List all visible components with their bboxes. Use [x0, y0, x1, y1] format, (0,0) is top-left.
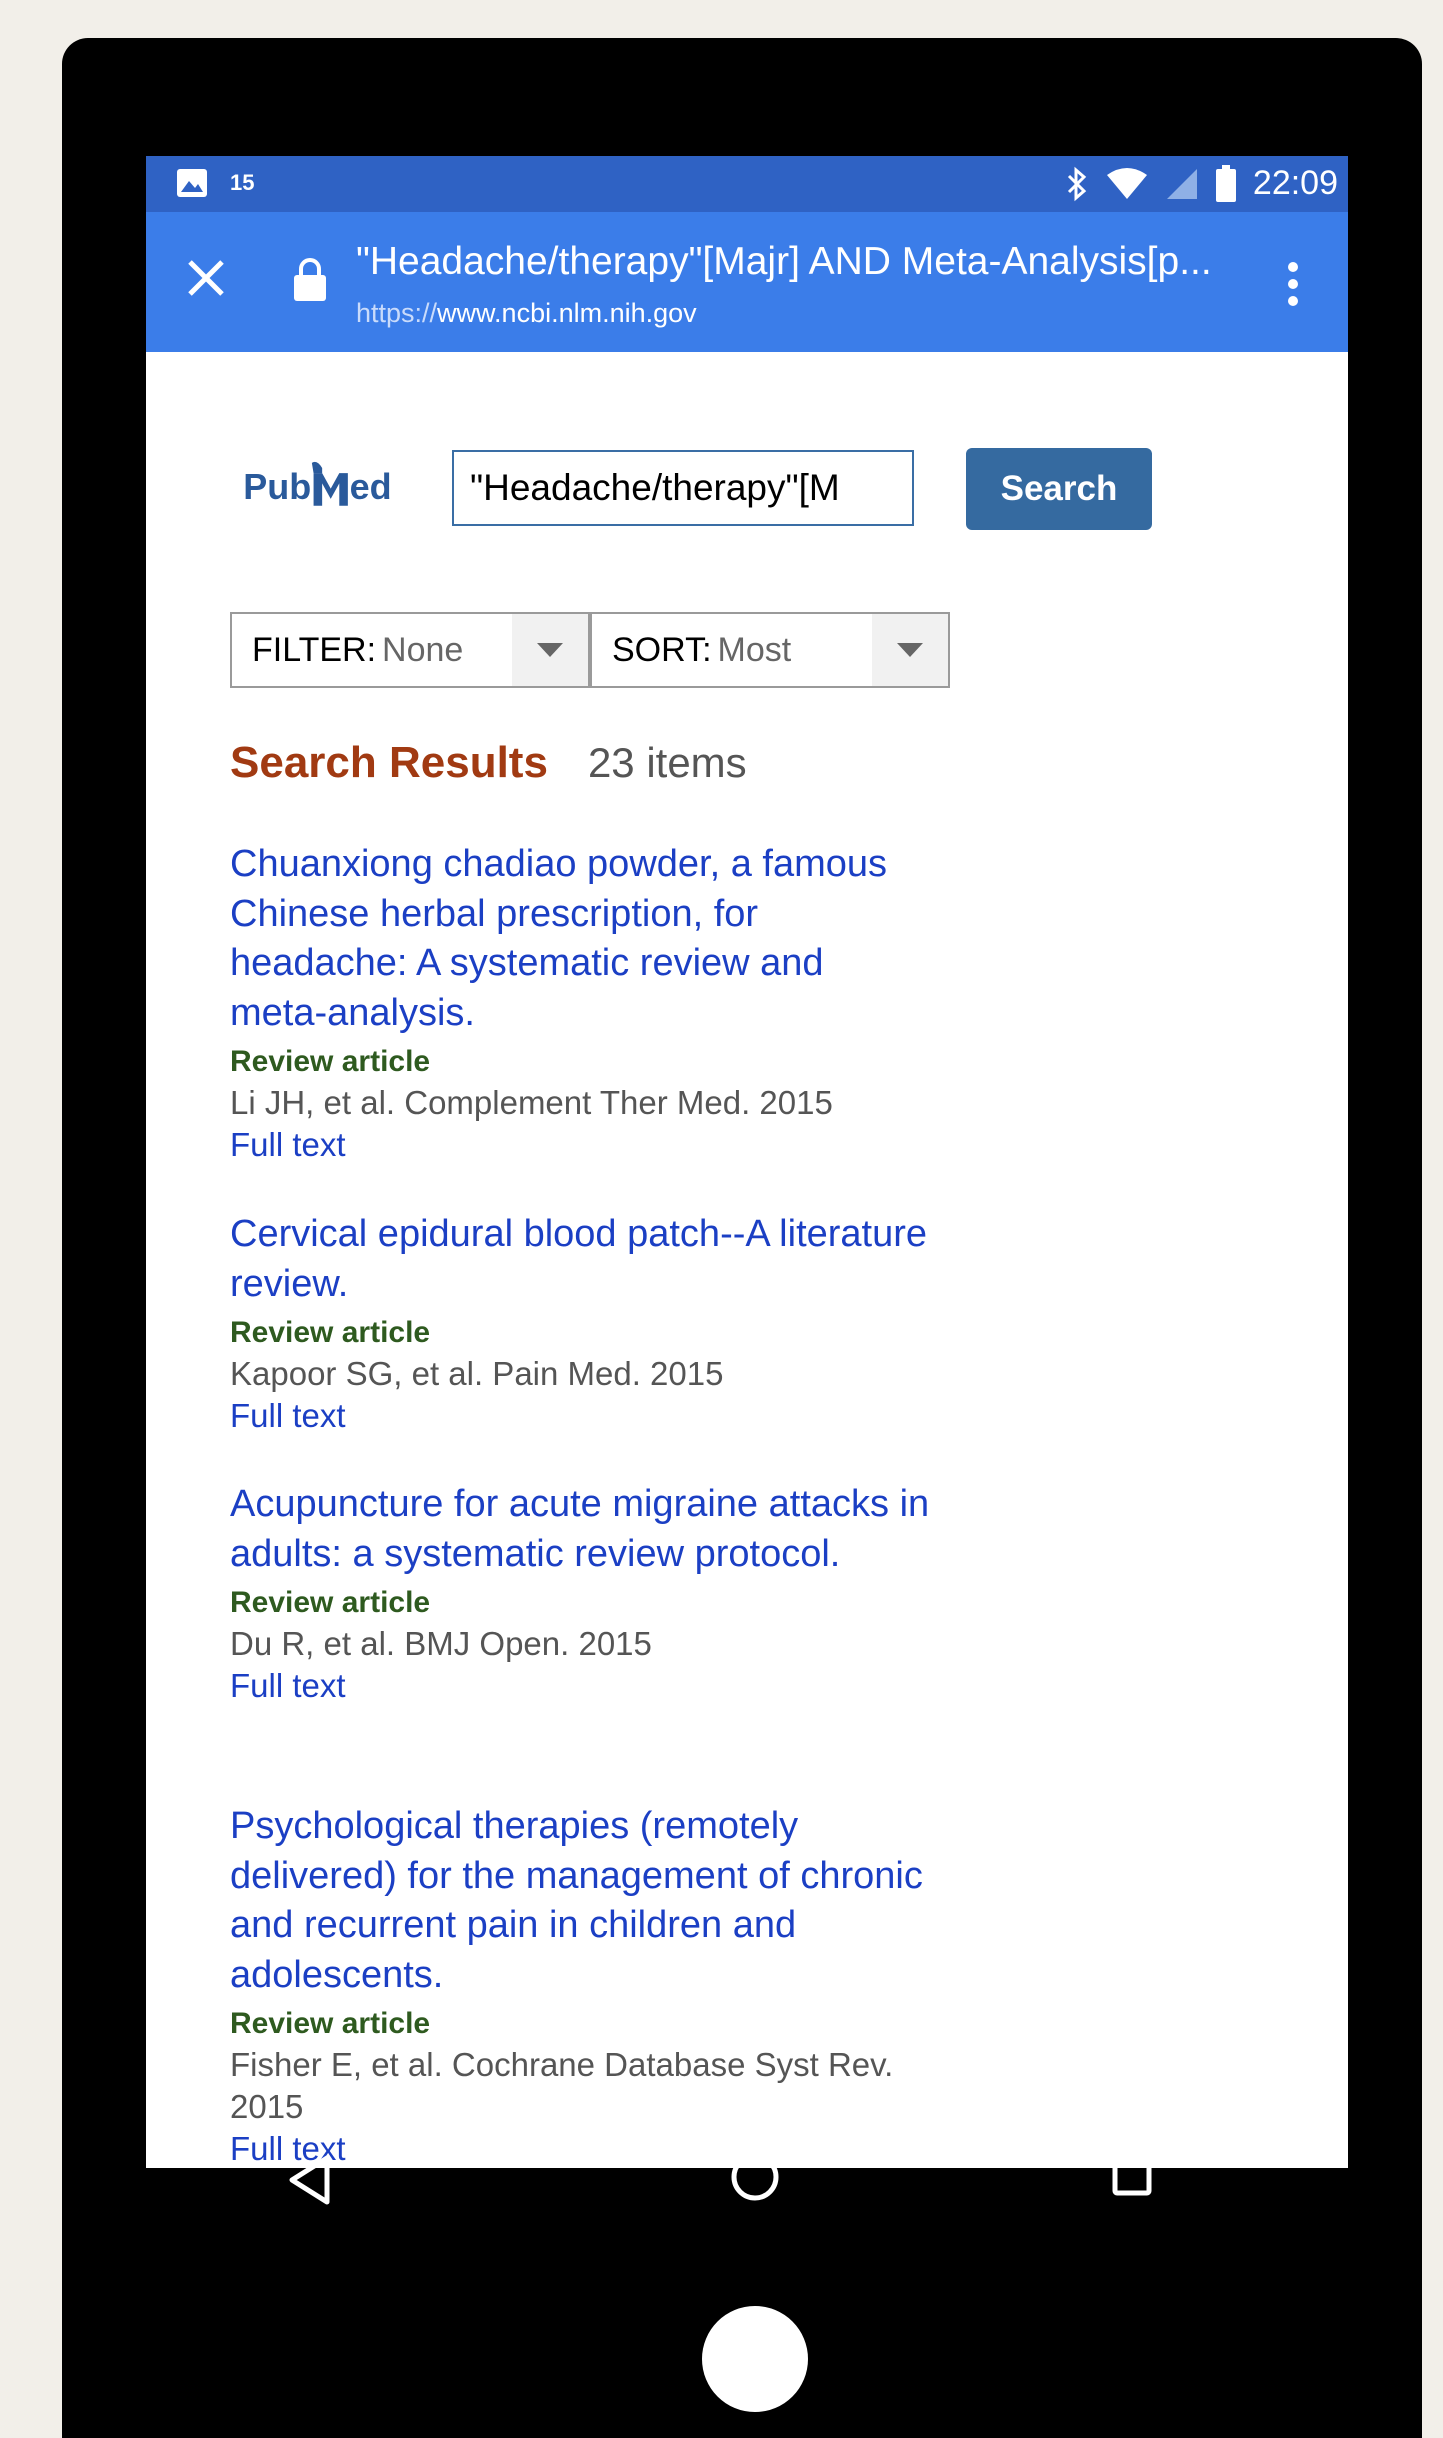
- article-type: Review article: [230, 1316, 431, 1349]
- filter-value: None: [382, 630, 464, 669]
- result-item: Cervical epidural blood patch--A literat…: [230, 1210, 930, 1437]
- search-input[interactable]: [452, 450, 914, 526]
- logo-text-pub: Pub: [243, 466, 311, 507]
- results-title: Search Results: [230, 738, 548, 787]
- chevron-down-icon: [537, 643, 563, 657]
- results-header: Search Results 23 items: [230, 738, 747, 788]
- lock-icon: [294, 258, 326, 301]
- home-icon[interactable]: [730, 2152, 780, 2202]
- full-text-link[interactable]: Full text: [230, 2128, 930, 2168]
- sort-arrow: [872, 614, 948, 686]
- results-count: 23 items: [587, 739, 747, 786]
- citation: Fisher E, et al. Cochrane Database Syst …: [230, 2046, 894, 2125]
- wifi-icon: [1106, 167, 1147, 199]
- battery-icon: [1215, 164, 1236, 202]
- url-host: www.ncbi.nlm.nih.gov: [437, 298, 697, 328]
- image-icon: [177, 169, 207, 197]
- result-title-link[interactable]: Acupuncture for acute migraine attacks i…: [230, 1480, 930, 1579]
- filter-dropdown[interactable]: FILTER: None: [230, 612, 590, 688]
- close-icon[interactable]: [184, 256, 228, 300]
- status-bar: 15 22:09: [146, 156, 1348, 212]
- article-type: Review article: [230, 1586, 431, 1619]
- phone-screen: 15 22:09 "Headache/therapy"[Majr] AND Me…: [146, 156, 1348, 2168]
- article-type: Review article: [230, 1045, 431, 1078]
- article-type: Review article: [230, 2007, 431, 2040]
- result-item: Acupuncture for acute migraine attacks i…: [230, 1480, 930, 1707]
- result-title-link[interactable]: Psychological therapies (remotely delive…: [230, 1802, 930, 2000]
- pubmed-logo[interactable]: Pub ed: [230, 456, 416, 516]
- hardware-home-button[interactable]: [702, 2306, 808, 2412]
- citation: Li JH, et al. Complement Ther Med. 2015: [230, 1084, 833, 1121]
- recent-apps-icon[interactable]: [1112, 2156, 1152, 2196]
- url-text[interactable]: https://www.ncbi.nlm.nih.gov: [356, 298, 697, 329]
- overflow-menu-icon[interactable]: [1286, 260, 1300, 308]
- sort-label: SORT:: [612, 630, 712, 669]
- sort-value: Most: [717, 630, 792, 669]
- citation: Du R, et al. BMJ Open. 2015: [230, 1625, 652, 1662]
- sort-dropdown[interactable]: SORT: Most: [590, 612, 950, 688]
- back-icon[interactable]: [287, 2154, 333, 2206]
- cell-signal-icon: [1166, 168, 1197, 199]
- full-text-link[interactable]: Full text: [230, 1124, 930, 1166]
- browser-toolbar: "Headache/therapy"[Majr] AND Meta-Analys…: [146, 212, 1348, 352]
- full-text-link[interactable]: Full text: [230, 1665, 930, 1707]
- result-item: Psychological therapies (remotely delive…: [230, 1802, 930, 2168]
- result-item: Chuanxiong chadiao powder, a famous Chin…: [230, 840, 930, 1166]
- search-button[interactable]: Search: [966, 448, 1152, 530]
- result-title-link[interactable]: Chuanxiong chadiao powder, a famous Chin…: [230, 840, 930, 1038]
- filter-label: FILTER:: [252, 630, 377, 669]
- filter-arrow: [512, 614, 588, 686]
- chevron-down-icon: [897, 643, 923, 657]
- clock: 22:09: [1252, 164, 1338, 202]
- notification-count: 15: [230, 170, 255, 195]
- page-title[interactable]: "Headache/therapy"[Majr] AND Meta-Analys…: [356, 240, 1236, 284]
- citation: Kapoor SG, et al. Pain Med. 2015: [230, 1355, 724, 1392]
- result-title-link[interactable]: Cervical epidural blood patch--A literat…: [230, 1210, 930, 1309]
- url-scheme: https://: [356, 298, 438, 328]
- bluetooth-icon: [1067, 166, 1087, 201]
- logo-text-ed: ed: [350, 466, 392, 507]
- full-text-link[interactable]: Full text: [230, 1395, 930, 1437]
